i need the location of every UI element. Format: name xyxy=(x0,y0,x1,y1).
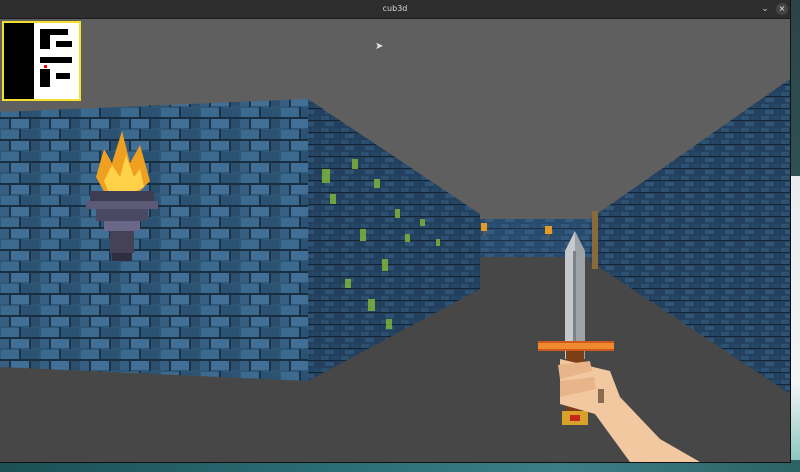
door-frame xyxy=(592,211,598,269)
left-corridor-wall xyxy=(308,99,480,381)
minimap xyxy=(2,21,81,101)
raycast-scene xyxy=(0,79,790,462)
game-viewport[interactable]: ➤ xyxy=(0,19,790,462)
left-wall-face xyxy=(0,99,308,381)
window-titlebar[interactable]: cub3d ⌄ × xyxy=(0,0,790,19)
minimize-button[interactable]: ⌄ xyxy=(759,3,771,15)
game-window[interactable]: cub3d ⌄ × ➤ xyxy=(0,0,790,462)
right-corridor-wall xyxy=(590,79,790,394)
window-title: cub3d xyxy=(382,4,408,13)
close-button[interactable]: × xyxy=(776,3,788,15)
minimap-player-marker xyxy=(44,65,47,68)
minimap-grid xyxy=(4,23,79,99)
mouse-cursor-icon: ➤ xyxy=(375,41,384,52)
